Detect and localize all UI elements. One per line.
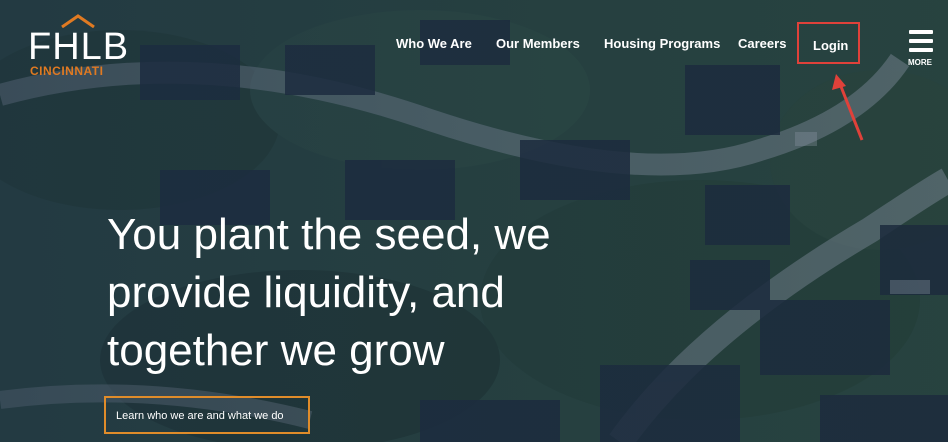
learn-more-button[interactable]: Learn who we are and what we do [104,396,310,434]
nav-housing-programs[interactable]: Housing Programs [604,36,720,51]
nav-who-we-are[interactable]: Who We Are [396,36,472,51]
logo-city: CINCINNATI [30,64,104,78]
headline-line: together we grow [107,326,445,375]
headline-line: provide liquidity, and [107,268,505,317]
nav-careers[interactable]: Careers [738,36,786,51]
headline-line: You plant the seed, we [107,210,551,259]
hero-headline: You plant the seed, we provide liquidity… [107,206,627,380]
nav-login[interactable]: Login [813,38,848,53]
more-menu-button[interactable]: MORE [904,28,940,68]
menu-label: MORE [908,58,932,67]
logo-text: FHLB [28,26,130,68]
menu-bar [909,39,933,43]
login-highlight-box: Login [797,22,860,64]
nav-our-members[interactable]: Our Members [496,36,580,51]
cta-label: Learn who we are and what we do [116,410,284,422]
hero-section: FHLB CINCINNATI Who We Are Our Members H… [0,0,948,442]
menu-bar [909,30,933,34]
menu-bar [909,48,933,52]
fhlb-logo[interactable]: FHLB CINCINNATI [28,14,130,78]
annotation-arrow-icon [832,74,864,141]
